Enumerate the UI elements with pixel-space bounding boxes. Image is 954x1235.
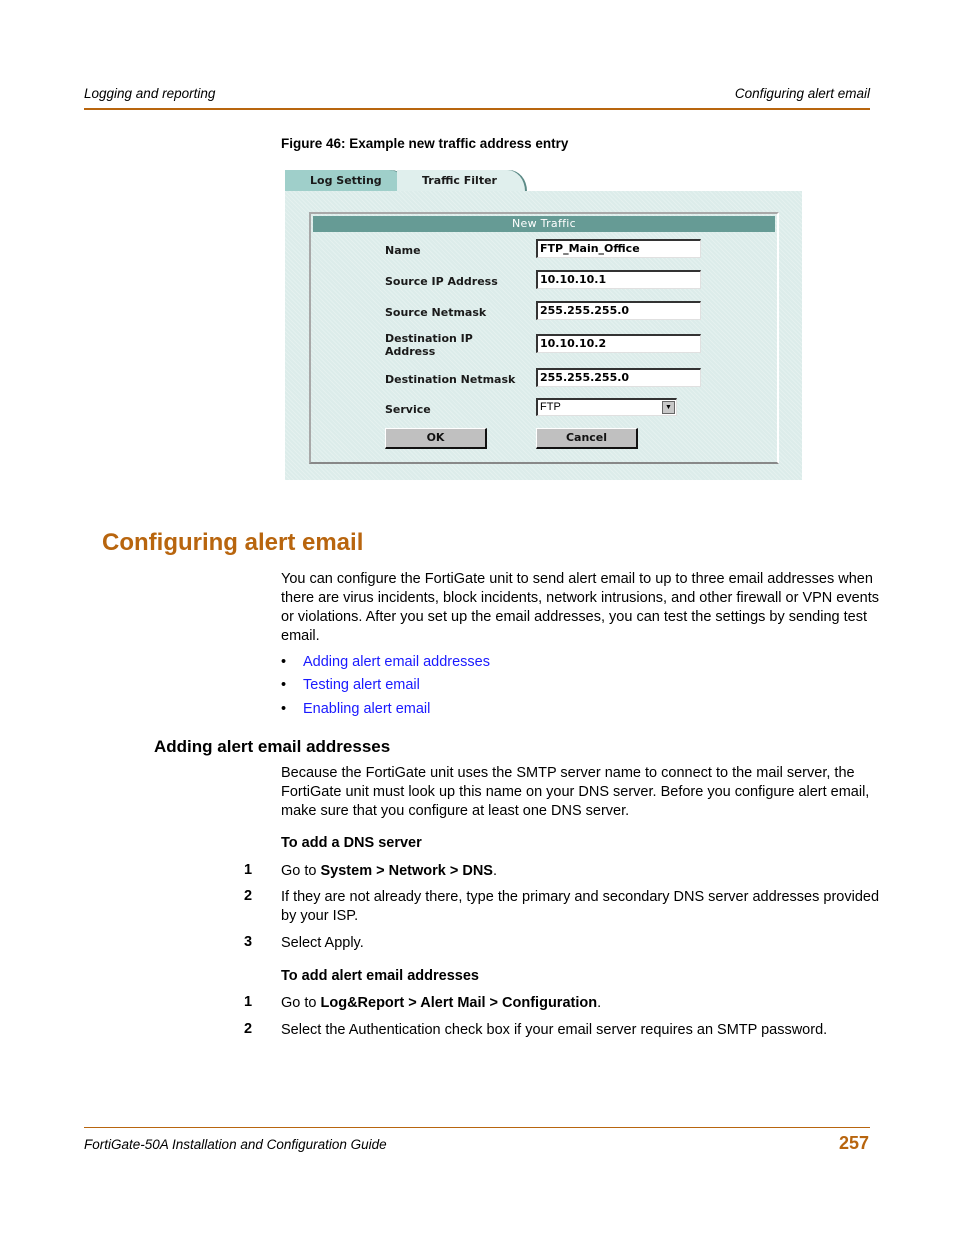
section-title: Configuring alert email [102, 529, 364, 556]
link-adding-alert-email-addresses[interactable]: Adding alert email addresses [303, 654, 490, 670]
figure-screenshot: Log Setting Traffic Filter New Traffic N… [285, 168, 802, 480]
step-text-pre: Go to [281, 863, 321, 879]
service-select[interactable]: FTP ▼ [536, 398, 677, 416]
figure-caption: Figure 46: Example new traffic address e… [281, 136, 569, 151]
ok-button[interactable]: OK [385, 428, 487, 449]
link-testing-alert-email[interactable]: Testing alert email [303, 677, 420, 693]
bullet-icon: • [281, 654, 287, 670]
header-rule [84, 108, 870, 110]
step-text: Go to System > Network > DNS. [281, 862, 881, 881]
list-item: • Testing alert email [281, 676, 420, 695]
step-text: Select the Authentication check box if y… [281, 1022, 828, 1038]
link-enabling-alert-email[interactable]: Enabling alert email [303, 701, 430, 717]
source-netmask-label: Source Netmask [385, 306, 487, 319]
step-text-post: . [492, 863, 497, 879]
list-item: • Enabling alert email [281, 700, 430, 719]
new-traffic-panel: New Traffic Name FTP_Main_Office Source … [309, 212, 779, 464]
footer-rule [84, 1127, 870, 1128]
step-text-post: . [597, 995, 602, 1011]
source-ip-label: Source IP Address [385, 275, 498, 288]
step-number: 2 [244, 888, 253, 904]
cancel-button[interactable]: Cancel [536, 428, 638, 449]
running-header-section: Configuring alert email [734, 86, 870, 101]
service-label: Service [385, 403, 431, 416]
dropdown-arrow-icon[interactable]: ▼ [662, 401, 675, 414]
name-input[interactable]: FTP_Main_Office [536, 239, 701, 258]
step-text: Go to Log&Report > Alert Mail > Configur… [281, 994, 881, 1013]
step-number: 1 [244, 994, 253, 1010]
step-number: 1 [244, 862, 253, 878]
step-menu-path: System > Network > DNS [320, 863, 493, 879]
tab-bar: Log Setting Traffic Filter [285, 168, 802, 191]
service-selected-value: FTP [540, 401, 561, 413]
source-netmask-input[interactable]: 255.255.255.0 [536, 301, 701, 320]
destination-netmask-input[interactable]: 255.255.255.0 [536, 368, 701, 387]
bullet-icon: • [281, 677, 287, 693]
step-number: 2 [244, 1021, 253, 1037]
tab-log-setting[interactable]: Log Setting [285, 170, 407, 191]
tab-content: New Traffic Name FTP_Main_Office Source … [285, 191, 802, 480]
bullet-icon: • [281, 701, 287, 717]
procedure-title: To add a DNS server [281, 835, 422, 851]
destination-ip-input[interactable]: 10.10.10.2 [536, 334, 701, 353]
destination-ip-label: Destination IP Address [385, 332, 473, 358]
destination-netmask-label: Destination Netmask [385, 373, 516, 386]
step-text: Select Apply. [281, 935, 364, 951]
page-number: 257 [838, 1133, 869, 1153]
step-number: 3 [244, 934, 253, 950]
step-text: If they are not already there, type the … [281, 889, 880, 924]
step-text-pre: Go to [281, 995, 321, 1011]
subsection-intro: Because the FortiGate unit uses the SMTP… [281, 765, 870, 819]
name-label: Name [385, 244, 421, 257]
footer-guide-title: FortiGate-50A Installation and Configura… [84, 1137, 387, 1152]
subsection-title: Adding alert email addresses [154, 737, 391, 756]
source-ip-input[interactable]: 10.10.10.1 [536, 270, 701, 289]
running-header-chapter: Logging and reporting [84, 86, 216, 101]
panel-title: New Traffic [313, 216, 775, 232]
list-item: • Adding alert email addresses [281, 653, 490, 672]
step-menu-path: Log&Report > Alert Mail > Configuration [320, 995, 598, 1011]
procedure-title: To add alert email addresses [281, 968, 479, 984]
section-intro: You can configure the FortiGate unit to … [281, 571, 880, 644]
tab-traffic-filter[interactable]: Traffic Filter [397, 170, 525, 191]
